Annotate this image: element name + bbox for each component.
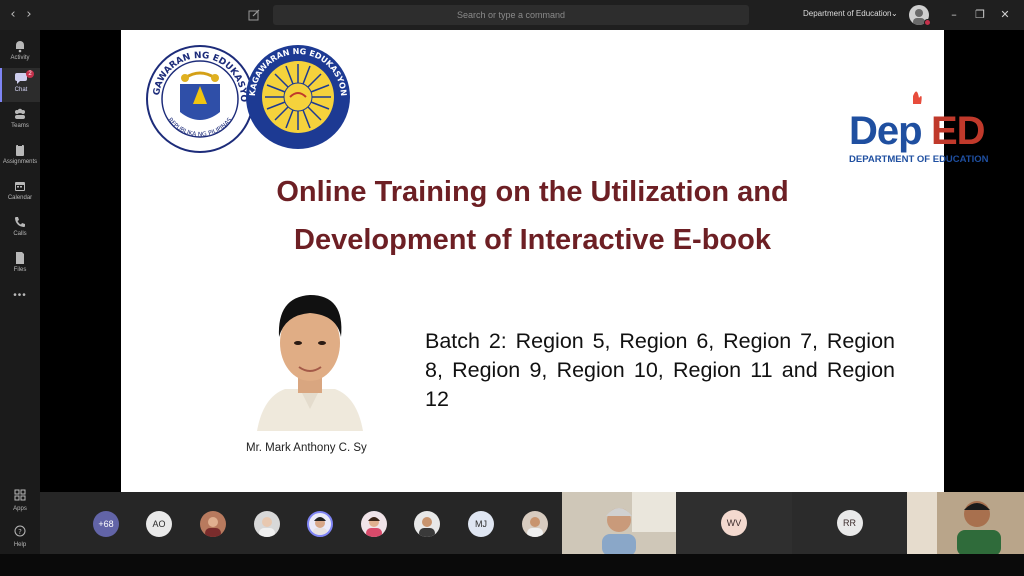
shared-slide: KAGAWARAN NG EDUKASYON REPUBLIKA NG PILI… (121, 30, 989, 492)
batch-regions-text: Batch 2: Region 5, Region 6, Region 7, R… (425, 329, 895, 411)
participant-video-tile[interactable] (907, 492, 1024, 556)
forward-arrow-icon[interactable]: › (22, 8, 36, 22)
svg-text:Dep: Dep (849, 109, 922, 153)
participant-video-tile[interactable]: WV (676, 492, 792, 554)
rail-item-activity[interactable]: Activity (0, 36, 40, 70)
svg-text:DEPARTMENT OF EDUCATION: DEPARTMENT OF EDUCATION (849, 154, 989, 165)
minimize-icon[interactable]: – (947, 8, 961, 22)
app-rail: Activity Chat 2 Teams Assignments Calend… (0, 30, 40, 554)
participant-avatar[interactable] (414, 511, 440, 537)
apps-icon (14, 489, 26, 501)
rail-item-calendar[interactable]: Calendar (0, 176, 40, 210)
slide-title-line-1: Online Training on the Utilization and (276, 176, 789, 208)
slide-title-line-2: Development of Interactive E-book (294, 224, 771, 256)
title-bar: ‹ › Search or type a command Department … (0, 0, 1024, 30)
deped-sun-seal-logo: KAGAWARAN NG EDUKASYON (246, 45, 350, 149)
rail-item-help[interactable]: ? Help (0, 524, 40, 548)
participant-avatar[interactable] (254, 511, 280, 537)
help-icon: ? (14, 525, 26, 537)
rail-item-files[interactable]: Files (0, 248, 40, 282)
bell-icon (16, 41, 24, 53)
speaker-photo (255, 285, 365, 431)
rail-item-assignments[interactable]: Assignments (0, 140, 40, 174)
calendar-icon (15, 182, 25, 191)
assignments-icon (16, 144, 24, 156)
chevron-down-icon[interactable]: ⌄ (891, 9, 898, 18)
speaker-caption: Mr. Mark Anthony C. Sy (246, 442, 367, 454)
more-apps-icon[interactable]: ••• (0, 290, 40, 301)
svg-text:?: ? (18, 528, 22, 536)
rail-item-chat[interactable]: Chat 2 (0, 68, 40, 102)
participant-video-tile[interactable] (562, 492, 676, 556)
close-icon[interactable]: ✕ (998, 8, 1012, 22)
org-switcher[interactable]: Department of Education (803, 9, 892, 18)
teams-icon (15, 108, 25, 119)
participant-video-tile[interactable]: RR (792, 492, 907, 554)
participant-avatar-speaking[interactable] (307, 511, 333, 537)
compose-icon[interactable] (247, 8, 261, 22)
svg-text:ED: ED (931, 109, 985, 153)
rail-item-teams[interactable]: Teams (0, 104, 40, 138)
rail-item-calls[interactable]: Calls (0, 212, 40, 246)
participant-avatar[interactable] (200, 511, 226, 537)
file-icon (16, 252, 24, 264)
overflow-participants-button[interactable]: +68 (93, 511, 119, 537)
participant-avatar[interactable]: MJ (468, 511, 494, 537)
deped-wordmark-logo: Dep ED DEPARTMENT OF EDUCATION (849, 91, 989, 165)
status-busy-icon (924, 19, 931, 26)
unread-badge: 2 (26, 70, 34, 78)
rail-item-apps[interactable]: Apps (0, 488, 40, 512)
participant-avatar[interactable]: AO (146, 511, 172, 537)
participant-avatar[interactable] (361, 511, 387, 537)
search-input[interactable]: Search or type a command (273, 5, 749, 25)
maximize-icon[interactable]: ❐ (973, 8, 987, 22)
participant-avatar[interactable] (522, 511, 548, 537)
phone-icon (15, 217, 25, 227)
bottom-bar (0, 554, 1024, 576)
deped-seal-logo: KAGAWARAN NG EDUKASYON REPUBLIKA NG PILI… (145, 44, 254, 153)
back-arrow-icon[interactable]: ‹ (6, 8, 20, 22)
